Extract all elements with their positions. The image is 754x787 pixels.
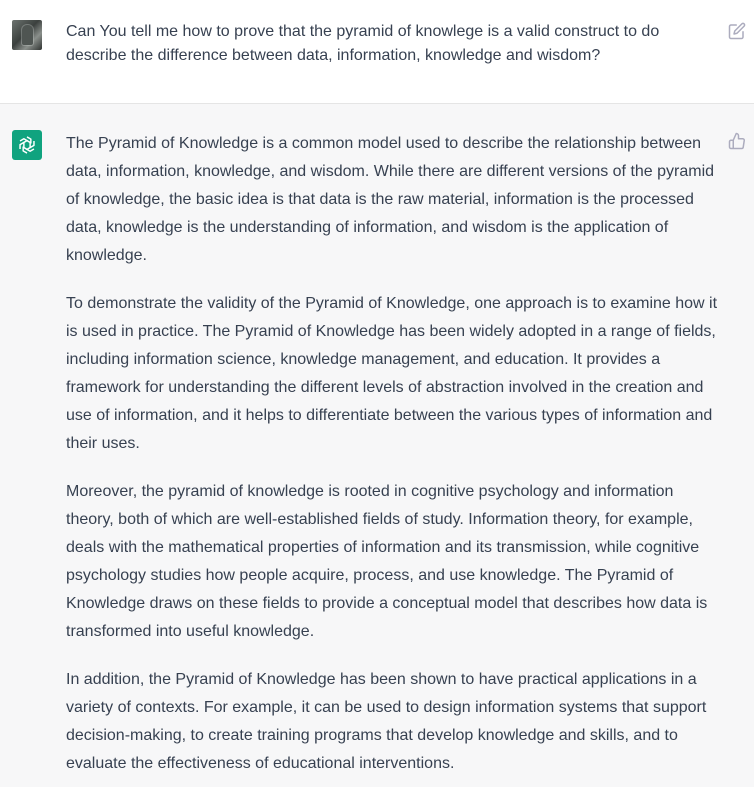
assistant-message-row: The Pyramid of Knowledge is a common mod… (0, 104, 754, 787)
assistant-paragraph: To demonstrate the validity of the Pyram… (66, 295, 718, 452)
user-message-text: Can You tell me how to prove that the py… (66, 23, 660, 64)
assistant-avatar (12, 130, 42, 160)
user-message-row: Can You tell me how to prove that the py… (0, 0, 754, 104)
edit-icon (728, 22, 746, 40)
openai-logo-icon (19, 136, 35, 154)
thumbs-up-button[interactable] (728, 132, 748, 152)
assistant-paragraph: In addition, the Pyramid of Knowledge ha… (66, 671, 707, 772)
assistant-paragraph: The Pyramid of Knowledge is a common mod… (66, 135, 715, 264)
user-avatar (12, 20, 42, 50)
assistant-paragraph: Moreover, the pyramid of knowledge is ro… (66, 483, 708, 640)
edit-message-button[interactable] (728, 22, 748, 42)
thumbs-up-icon (728, 132, 745, 150)
user-avatar-figure (22, 25, 33, 45)
assistant-message-text: The Pyramid of Knowledge is a common mod… (66, 130, 722, 787)
